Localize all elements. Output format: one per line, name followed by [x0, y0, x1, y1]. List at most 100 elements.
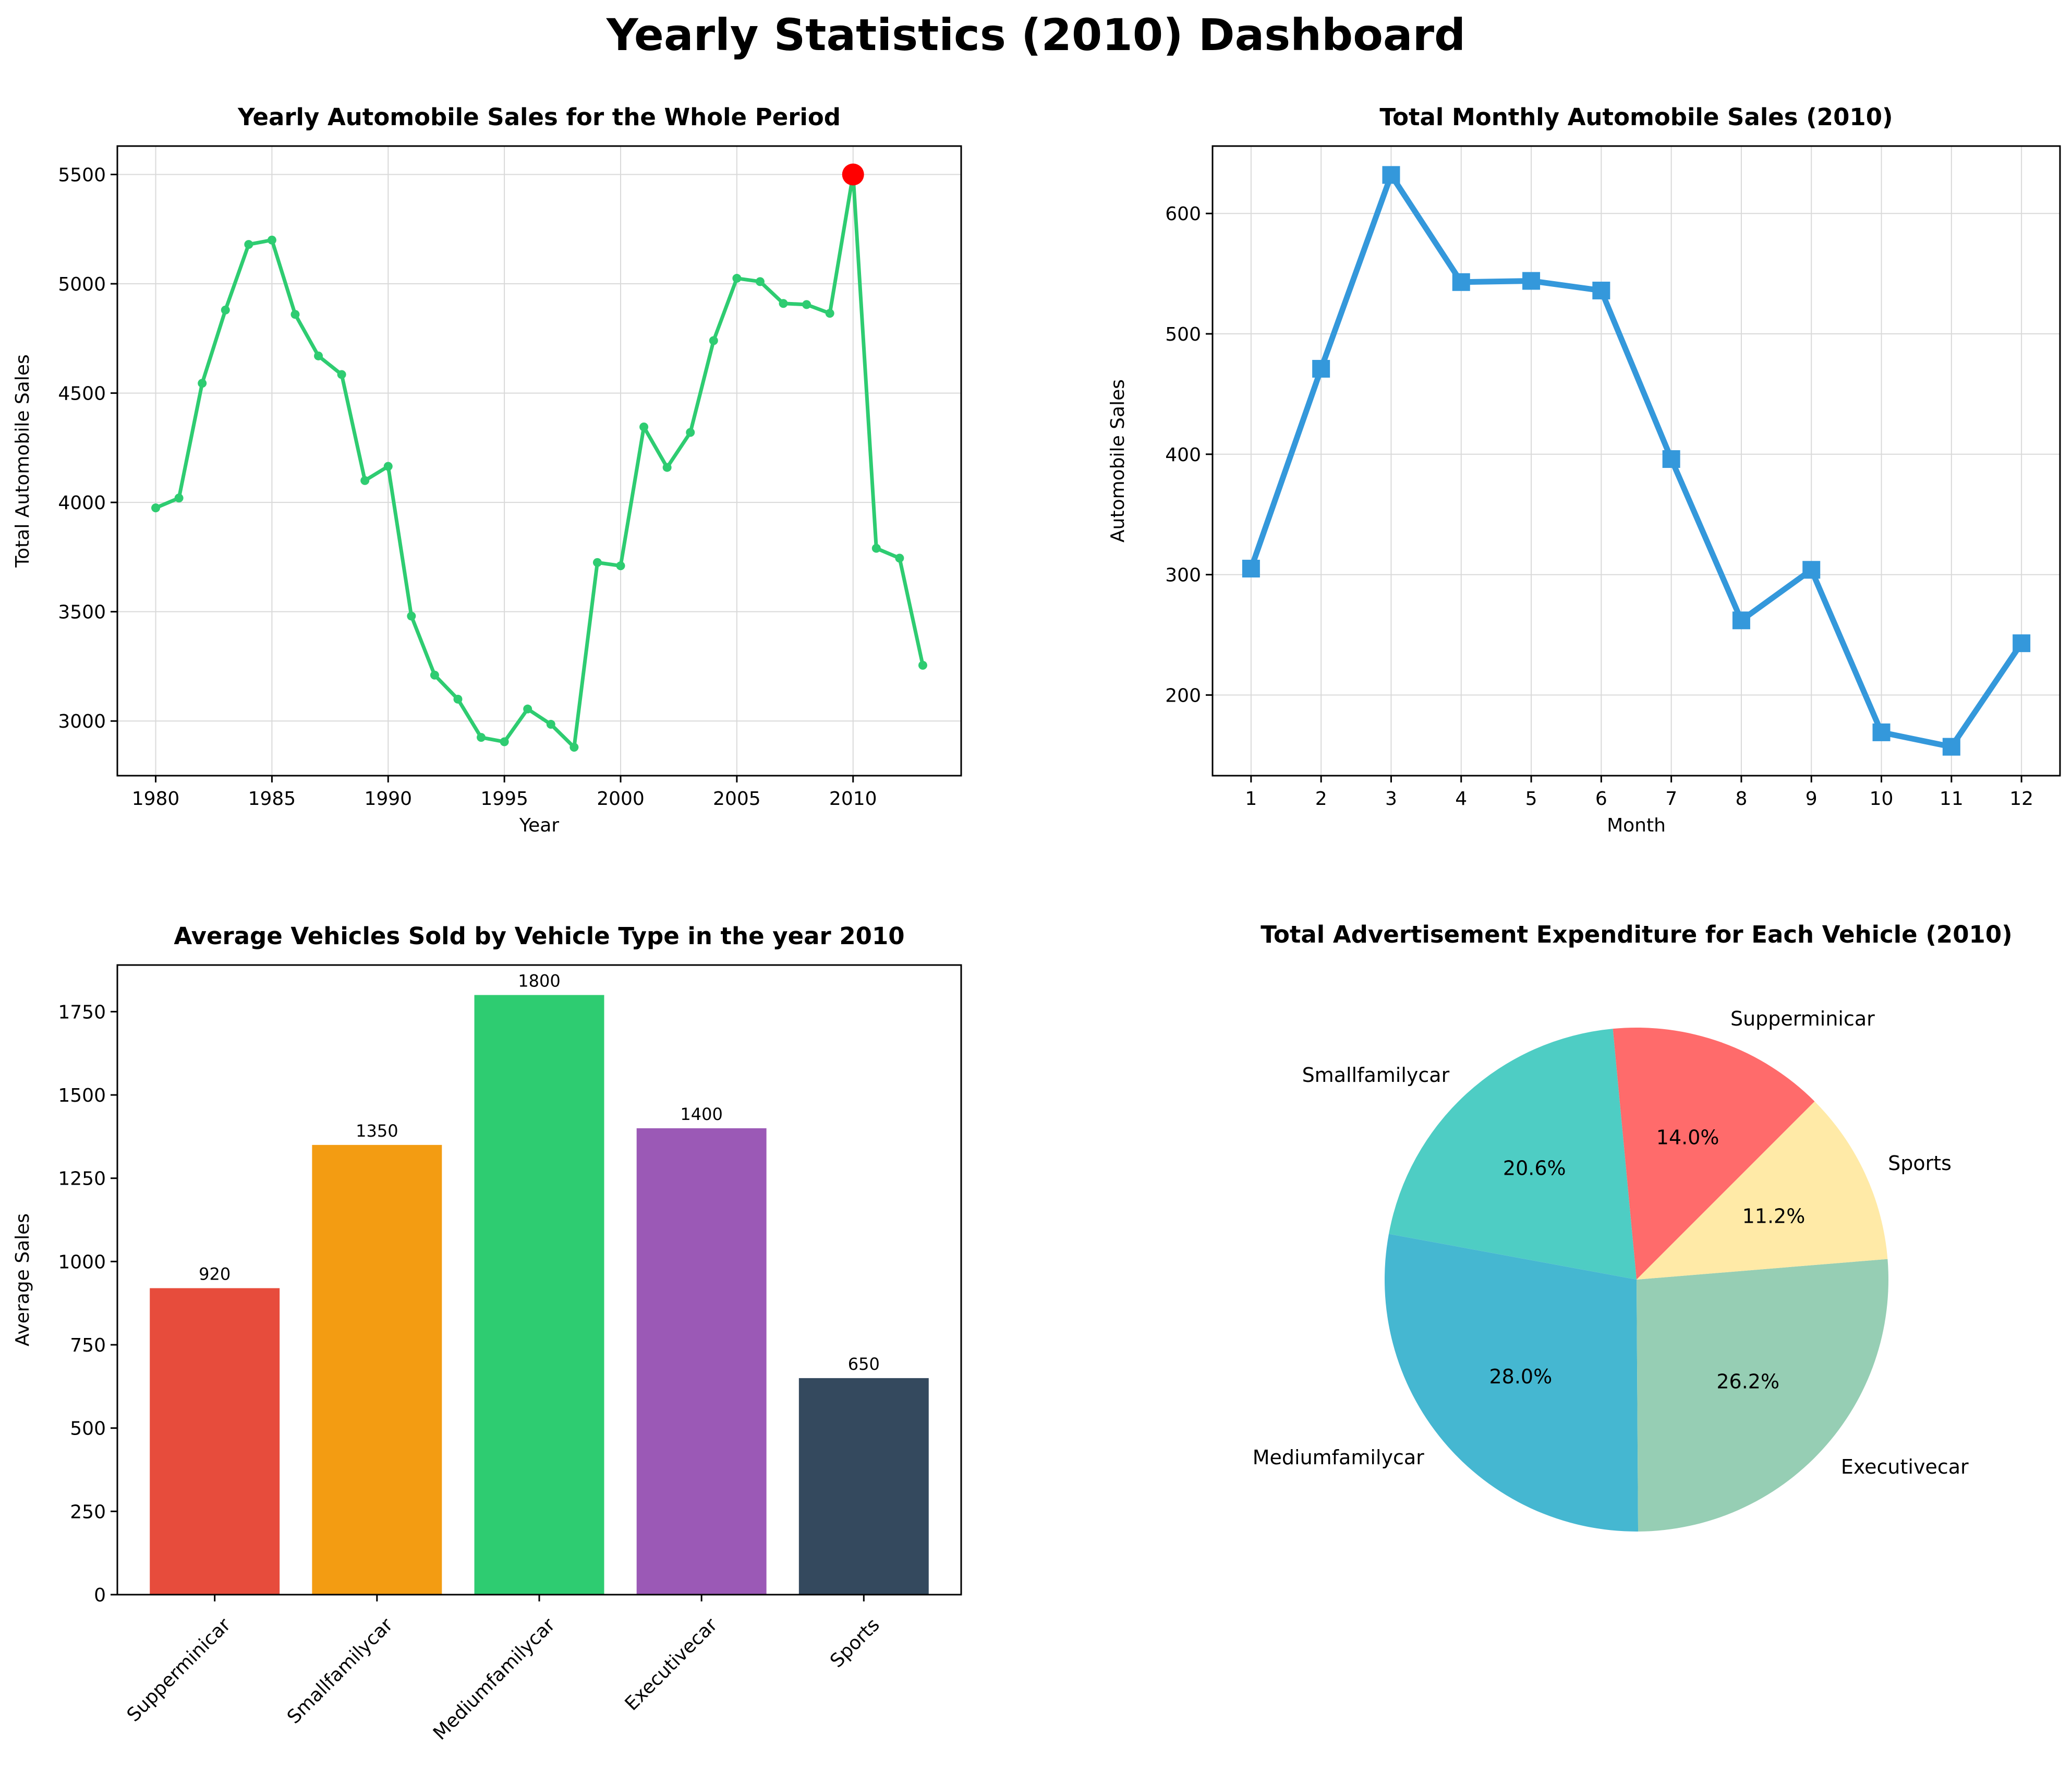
pie-slice-label: Smallfamilycar	[1302, 1064, 1450, 1087]
pie-slice-label: Sports	[1888, 1152, 1952, 1175]
pie-slice-label: Executivecar	[1841, 1455, 1969, 1478]
data-point	[1662, 450, 1680, 468]
plot-frame	[116, 145, 962, 777]
pie-slice-label: Supperminicar	[1730, 1007, 1875, 1030]
x-tick-label: 8	[1735, 788, 1747, 810]
x-tick-label: 1985	[248, 788, 296, 810]
y-tick-label: 4000	[58, 492, 106, 514]
data-point	[639, 423, 649, 432]
y-axis-label: Average Sales	[12, 1213, 33, 1346]
data-point	[360, 476, 370, 485]
chart-title: Yearly Automobile Sales for the Whole Pe…	[237, 103, 841, 131]
x-tick-label: 1990	[364, 788, 412, 810]
y-tick-label: 1500	[58, 1085, 106, 1106]
data-point	[1592, 281, 1610, 299]
data-point	[290, 310, 300, 319]
x-tick-label: 1980	[132, 788, 180, 810]
data-point	[523, 704, 532, 714]
pie-slice-label: Mediumfamilycar	[1253, 1446, 1424, 1469]
bar-smallfamilycar	[312, 1144, 442, 1595]
highlight-point	[842, 163, 864, 186]
bar-executivecar	[636, 1128, 767, 1595]
x-tick-label: 9	[1806, 788, 1817, 810]
pie-percent-label: 11.2%	[1742, 1204, 1806, 1227]
series-line	[1248, 172, 2024, 750]
x-tick-label: 1995	[480, 788, 528, 810]
data-point	[1312, 359, 1330, 378]
y-tick-label: 5000	[58, 274, 106, 295]
plot-frame	[1211, 145, 2061, 777]
y-tick-label: 200	[1165, 685, 1201, 706]
bar-value-label: 1400	[680, 1104, 722, 1124]
x-tick-label: 6	[1595, 788, 1607, 810]
y-tick-label: 400	[1165, 444, 1201, 466]
data-point	[1452, 273, 1470, 291]
x-tick-label: 5	[1525, 788, 1537, 810]
series-line	[155, 172, 925, 750]
data-point	[895, 553, 904, 563]
data-point	[430, 670, 439, 680]
data-point	[174, 493, 184, 503]
data-point	[1522, 272, 1541, 290]
x-tick-label: 10	[1870, 788, 1894, 810]
x-axis-label: Month	[1607, 815, 1666, 836]
data-point	[2013, 634, 2031, 653]
bar-value-label: 1350	[356, 1121, 398, 1141]
data-point	[1872, 723, 1891, 741]
data-point	[1802, 561, 1821, 579]
x-tick-label: 1	[1245, 788, 1257, 810]
data-point	[1242, 560, 1260, 578]
chart-title: Average Vehicles Sold by Vehicle Type in…	[174, 922, 904, 950]
x-tick-label: 2000	[597, 788, 645, 810]
x-tick-label: Executivecar	[621, 1614, 722, 1715]
data-point	[1732, 611, 1750, 630]
y-tick-label: 1000	[58, 1251, 106, 1273]
data-point	[918, 660, 927, 670]
data-point	[500, 737, 509, 746]
data-point	[546, 720, 555, 729]
y-axis-label: Automobile Sales	[1107, 379, 1129, 543]
x-tick-label: 2	[1315, 788, 1327, 810]
y-tick-label: 1250	[58, 1168, 106, 1190]
data-point	[616, 561, 625, 571]
y-tick-label: 3500	[58, 602, 106, 623]
data-point	[314, 351, 323, 360]
x-tick-label: 11	[1940, 788, 1964, 810]
y-tick-label: 3000	[58, 711, 106, 732]
data-point	[802, 300, 811, 309]
bar-value-label: 1800	[518, 971, 560, 991]
x-tick-label: 2005	[713, 788, 761, 810]
chart-title: Total Advertisement Expenditure for Each…	[1261, 921, 2013, 948]
data-point	[453, 694, 463, 704]
x-tick-label: Mediumfamilycar	[429, 1614, 560, 1744]
data-point	[221, 305, 230, 315]
y-tick-label: 600	[1165, 203, 1201, 225]
pie-slice-executivecar	[1637, 1259, 1888, 1532]
y-tick-label: 0	[94, 1585, 106, 1606]
data-point	[570, 743, 579, 752]
y-tick-label: 500	[70, 1418, 106, 1440]
y-tick-label: 1750	[58, 1002, 106, 1023]
y-tick-label: 500	[1165, 324, 1201, 345]
data-point	[779, 299, 788, 308]
data-point	[732, 274, 742, 283]
pie-percent-label: 26.2%	[1716, 1370, 1779, 1393]
data-point	[383, 462, 393, 471]
y-tick-label: 750	[70, 1335, 106, 1356]
y-axis-label: Total Automobile Sales	[12, 354, 33, 568]
data-point	[871, 544, 881, 553]
x-tick-label: 3	[1385, 788, 1397, 810]
x-tick-label: 7	[1665, 788, 1677, 810]
pie-percent-label: 28.0%	[1489, 1365, 1553, 1388]
dashboard: Yearly Statistics (2010) Dashboard 1980 1…	[0, 0, 2072, 1772]
bar-mediumfamilycar	[474, 995, 604, 1595]
x-tick-label: Sports	[826, 1614, 884, 1672]
monthly-chart: 1 2 3 4 5 6 7 8 9 10 11 12200300400500600Total Mont…	[1107, 103, 2061, 836]
data-point	[662, 463, 672, 472]
data-point	[686, 428, 695, 437]
pie-percent-label: 20.6%	[1503, 1156, 1566, 1179]
data-point	[198, 379, 207, 388]
data-point	[592, 558, 602, 567]
x-tick-label: 2010	[829, 788, 877, 810]
y-tick-label: 300	[1165, 565, 1201, 586]
